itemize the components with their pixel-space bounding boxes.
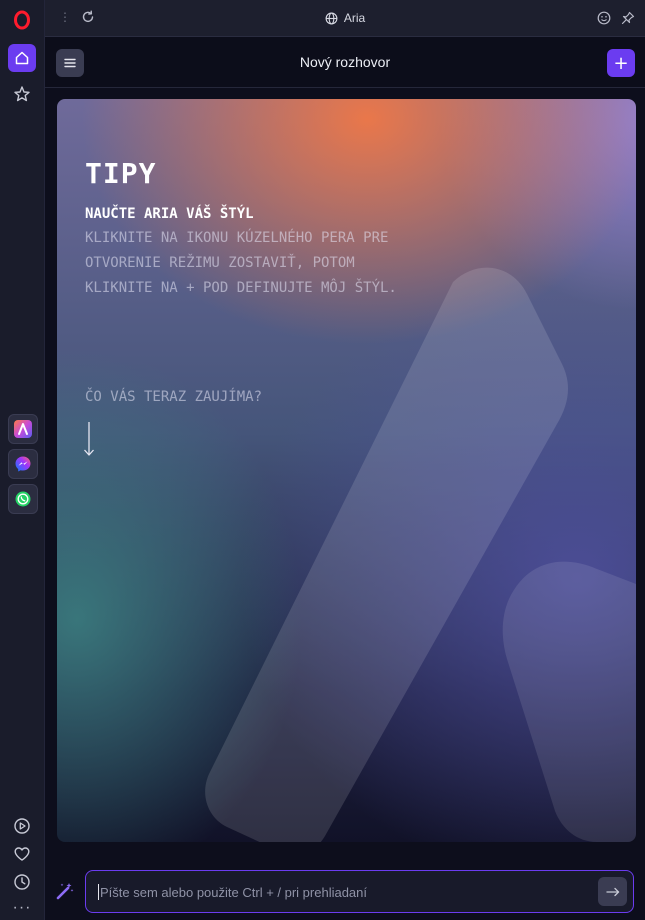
home-icon (15, 51, 29, 65)
window-title-text: Aria (343, 11, 366, 25)
opera-logo-icon[interactable] (12, 10, 32, 30)
tips-question: Čo vás teraz zaujíma? (85, 389, 263, 405)
more-button[interactable]: ··· (8, 898, 36, 918)
page-title: Nový rozhovor (299, 54, 391, 70)
send-button[interactable] (598, 877, 627, 906)
sidebar: ··· (0, 0, 45, 920)
sidebar-item-speed-dial[interactable] (8, 80, 36, 108)
sidebar-item-history[interactable] (8, 868, 36, 896)
history-icon (14, 874, 30, 890)
sidebar-item-player[interactable] (8, 812, 36, 840)
sidebar-item-whatsapp[interactable] (8, 484, 38, 514)
globe-icon (325, 12, 338, 24)
sidebar-item-home[interactable] (8, 44, 36, 72)
new-chat-button[interactable]: + (607, 49, 635, 77)
emoji-icon[interactable] (597, 11, 611, 25)
tips-body: Kliknite na ikonu kúzelného pera pre otv… (85, 230, 397, 296)
text-caret (98, 884, 99, 900)
aria-icon (14, 420, 32, 438)
tips-subtitle: Naučte Aria váš štýl (85, 206, 254, 222)
heart-icon (14, 847, 30, 861)
magic-pen-icon[interactable] (55, 881, 75, 901)
window-title: Aria (45, 11, 645, 28)
message-input-box (85, 870, 634, 914)
whatsapp-icon (15, 491, 31, 507)
sidebar-item-favorites[interactable] (8, 840, 36, 868)
tips-card: TIPY Naučte Aria váš štýl Kliknite na ik… (57, 99, 636, 842)
chat-header: Nový rozhovor + (45, 37, 645, 88)
sidebar-item-messenger[interactable] (8, 449, 38, 479)
tips-title: TIPY (85, 157, 157, 190)
sidebar-item-aria[interactable] (8, 414, 38, 444)
arrow-down-icon (84, 422, 94, 456)
pin-icon[interactable] (621, 11, 635, 25)
panel-titlebar: ⋮ Aria (45, 0, 645, 37)
star-icon (14, 86, 30, 102)
tips-content: TIPY Naučte Aria váš štýl Kliknite na ik… (85, 157, 405, 301)
play-icon (14, 818, 30, 834)
message-input[interactable] (98, 871, 592, 914)
messenger-icon (15, 456, 31, 472)
arrow-right-icon (605, 887, 619, 896)
